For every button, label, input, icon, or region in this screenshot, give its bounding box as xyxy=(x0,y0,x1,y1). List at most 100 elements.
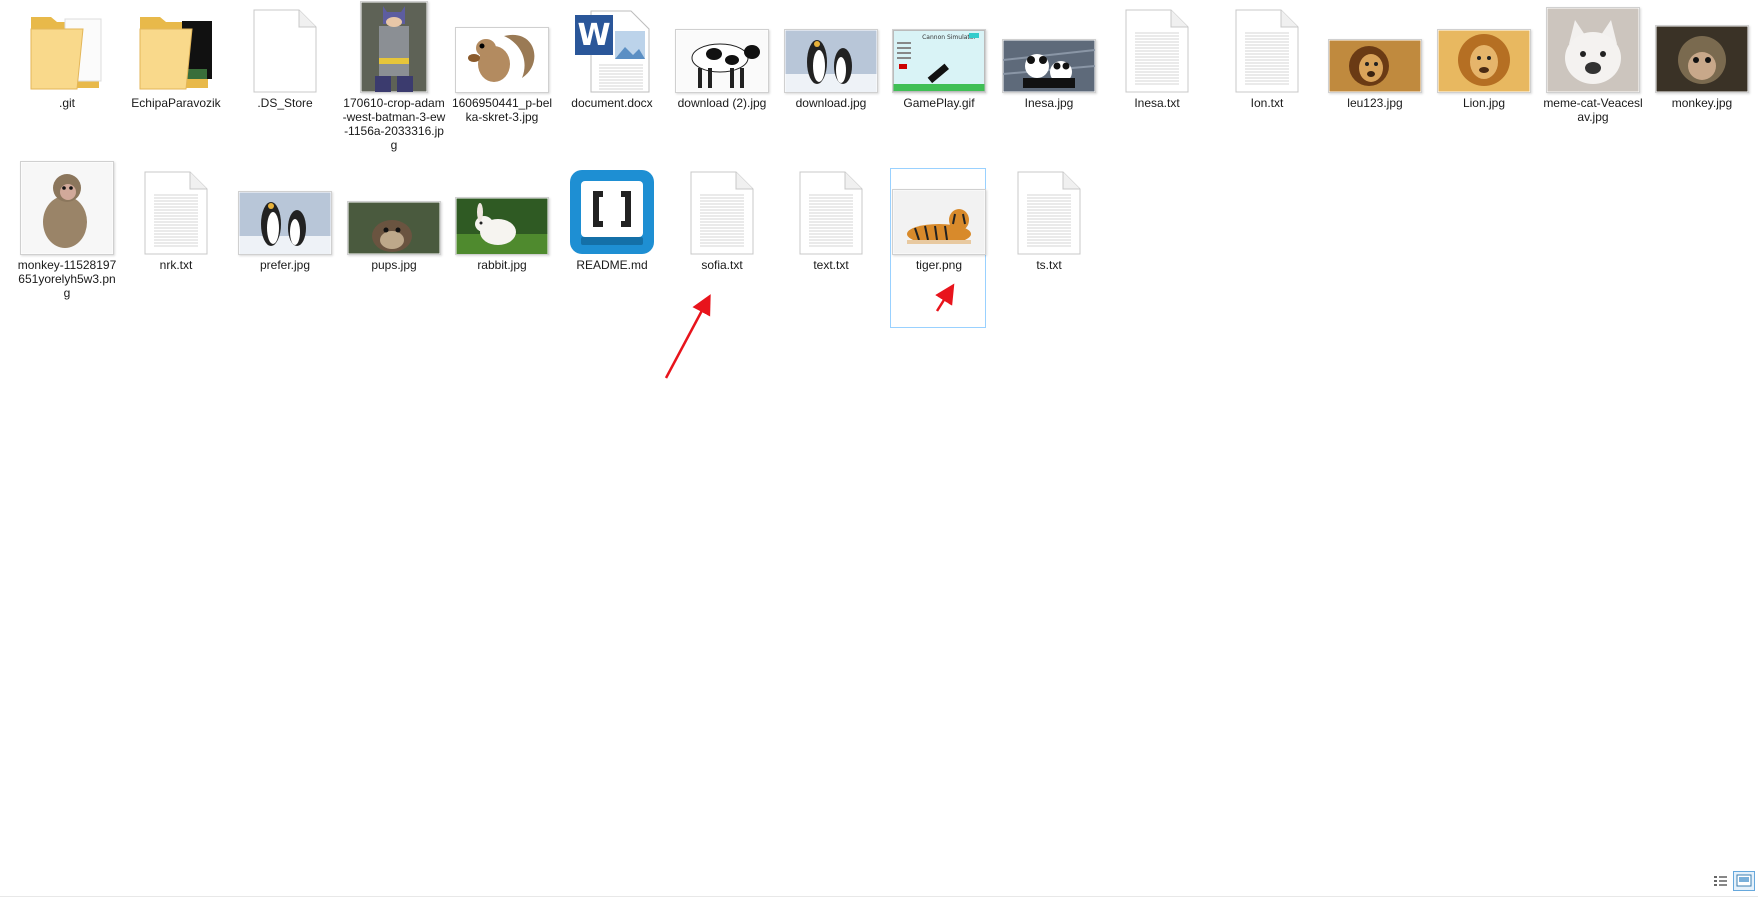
file-item[interactable]: download (2).jpg xyxy=(673,6,769,166)
file-name-label: text.txt xyxy=(813,258,849,272)
file-item[interactable]: 170610-crop-adam-west-batman-3-ew-1156a-… xyxy=(343,1,445,166)
file-item[interactable]: README.md xyxy=(563,168,659,328)
tiger-photo-icon xyxy=(892,189,986,255)
file-name-label: document.docx xyxy=(571,96,653,110)
file-thumbnail xyxy=(674,7,770,95)
text-file-icon xyxy=(1017,171,1081,255)
file-name-label: ts.txt xyxy=(1036,258,1062,272)
svg-text:W: W xyxy=(577,18,610,53)
file-thumbnail xyxy=(1654,7,1750,95)
file-name-label: meme-cat-Veaceslav.jpg xyxy=(1543,96,1643,124)
file-item[interactable]: meme-cat-Veaceslav.jpg xyxy=(1543,6,1643,166)
lion-photo-icon xyxy=(1328,39,1422,93)
text-file-icon xyxy=(1125,9,1189,93)
file-name-label: EchipaParavozik xyxy=(131,96,221,110)
file-name-label: nrk.txt xyxy=(159,258,193,272)
file-item[interactable]: leu123.jpg xyxy=(1326,6,1422,166)
text-file-icon xyxy=(1235,9,1299,93)
file-item[interactable]: pups.jpg xyxy=(345,168,441,328)
file-thumbnail xyxy=(128,169,224,257)
file-name-label: Lion.jpg xyxy=(1462,96,1506,110)
squirrel-photo-icon xyxy=(455,27,549,93)
file-item[interactable]: ts.txt xyxy=(1000,168,1096,328)
file-item[interactable]: Wdocument.docx xyxy=(563,6,659,166)
file-item[interactable]: Ion.txt xyxy=(1218,6,1314,166)
file-name-label: leu123.jpg xyxy=(1347,96,1403,110)
file-item[interactable]: Inesa.jpg xyxy=(1000,6,1096,166)
file-thumbnail xyxy=(1001,169,1097,257)
file-thumbnail xyxy=(346,169,442,257)
panda-photo-icon xyxy=(1002,39,1096,93)
penguins-photo-icon xyxy=(238,191,332,255)
file-thumbnail xyxy=(454,7,550,95)
file-name-label: 170610-crop-adam-west-batman-3-ew-1156a-… xyxy=(342,96,446,152)
folder-icon xyxy=(138,9,214,93)
file-thumbnail xyxy=(1327,7,1423,95)
file-name-label: sofia.txt xyxy=(701,258,743,272)
details-view-button[interactable] xyxy=(1709,871,1731,891)
file-thumbnail xyxy=(346,1,442,95)
file-name-label: Inesa.jpg xyxy=(1024,96,1074,110)
file-name-label: GamePlay.gif xyxy=(903,96,975,110)
file-name-label: download.jpg xyxy=(795,96,867,110)
file-name-label: tiger.png xyxy=(915,258,963,272)
file-name-label: Ion.txt xyxy=(1250,96,1284,110)
monkey-photo-icon xyxy=(1655,25,1749,93)
file-item[interactable]: prefer.jpg xyxy=(236,168,332,328)
otter-photo-icon xyxy=(347,201,441,255)
file-name-label: monkey.jpg xyxy=(1671,96,1733,110)
file-thumbnail xyxy=(891,169,987,257)
file-item[interactable]: Lion.jpg xyxy=(1435,6,1531,166)
file-thumbnail xyxy=(1436,7,1532,95)
file-name-label: prefer.jpg xyxy=(259,258,311,272)
file-thumbnail xyxy=(454,169,550,257)
brackets-app-icon xyxy=(569,169,655,255)
file-name-label: monkey-11528197651yorelyh5w3.png xyxy=(17,258,117,300)
file-item[interactable]: 1606950441_p-belka-skret-3.jpg xyxy=(452,6,552,166)
file-name-label: .DS_Store xyxy=(257,96,313,110)
file-name-label: rabbit.jpg xyxy=(477,258,527,272)
file-item[interactable]: text.txt xyxy=(782,168,878,328)
details-view-icon xyxy=(1714,876,1727,886)
file-name-label: Inesa.txt xyxy=(1134,96,1180,110)
file-thumbnail xyxy=(1109,7,1205,95)
file-thumbnail xyxy=(1219,7,1315,95)
blank-file-icon xyxy=(253,9,317,93)
file-name-label: download (2).jpg xyxy=(677,96,767,110)
file-thumbnail xyxy=(19,161,115,257)
file-explorer-content: .git EchipaParavozik .DS_Store 170610-crop-… xyxy=(0,0,1758,897)
file-name-label: .git xyxy=(58,96,75,110)
file-item[interactable]: EchipaParavozik xyxy=(127,6,223,166)
cat-photo-icon xyxy=(1546,7,1640,93)
penguins-photo-icon xyxy=(784,29,878,93)
file-item[interactable]: download.jpg xyxy=(782,6,878,166)
file-thumbnail: W xyxy=(564,7,660,95)
word-document-icon: W xyxy=(573,9,651,93)
file-thumbnail xyxy=(19,7,115,95)
file-name-label: pups.jpg xyxy=(371,258,417,272)
svg-text:Cannon Simulator: Cannon Simulator xyxy=(922,34,976,41)
large-icons-view-icon xyxy=(1736,874,1752,887)
cow-photo-icon xyxy=(675,29,769,93)
file-item[interactable]: nrk.txt xyxy=(127,168,223,328)
file-item[interactable]: rabbit.jpg xyxy=(453,168,549,328)
file-name-label: 1606950441_p-belka-skret-3.jpg xyxy=(451,96,553,124)
file-item[interactable]: Inesa.txt xyxy=(1108,6,1204,166)
file-item[interactable]: .DS_Store xyxy=(236,6,332,166)
text-file-icon xyxy=(144,171,208,255)
monkey-sitting-icon xyxy=(20,161,114,255)
file-item[interactable]: monkey-11528197651yorelyh5w3.png xyxy=(18,161,116,328)
large-icons-view-button[interactable] xyxy=(1733,871,1755,891)
file-thumbnail xyxy=(128,7,224,95)
file-name-label: README.md xyxy=(576,258,648,272)
rabbit-photo-icon xyxy=(455,197,549,255)
file-thumbnail xyxy=(564,169,660,257)
file-thumbnail xyxy=(1001,7,1097,95)
file-item[interactable]: Cannon Simulator GamePlay.gif xyxy=(890,6,986,166)
file-item[interactable]: tiger.png xyxy=(890,168,986,328)
game-screenshot-icon: Cannon Simulator xyxy=(892,29,986,93)
folder-icon xyxy=(29,9,105,93)
file-item[interactable]: monkey.jpg xyxy=(1653,6,1749,166)
file-item[interactable]: .git xyxy=(18,6,114,166)
file-item[interactable]: sofia.txt xyxy=(673,168,769,328)
